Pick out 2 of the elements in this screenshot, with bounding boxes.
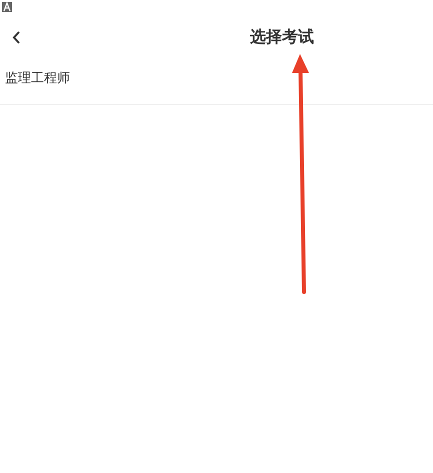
back-icon[interactable] — [12, 30, 20, 44]
page-title: 选择考试 — [249, 26, 315, 48]
